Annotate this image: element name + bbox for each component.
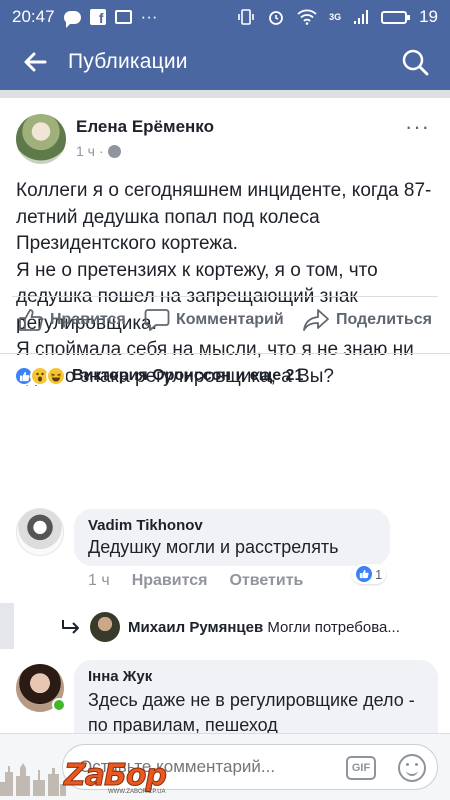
post-text: Коллеги я о сегодняшнем инциденте, когда… xyxy=(0,173,450,388)
thread-line xyxy=(0,603,14,649)
reactions-summary[interactable]: Виктория Оронссон и еще 21 xyxy=(14,366,303,386)
share-icon xyxy=(303,309,329,331)
like-button[interactable]: Нравится xyxy=(18,308,126,332)
comment-reply-button[interactable]: Ответить xyxy=(229,572,303,590)
facebook-icon: f xyxy=(89,9,106,25)
battery-icon xyxy=(381,10,411,24)
comment-time: 1 ч xyxy=(88,572,110,589)
reply-author: Михаил Румянцев xyxy=(128,619,264,636)
post-paragraph: Коллеги я о сегодняшнем инциденте, когда… xyxy=(16,180,432,254)
comment-button[interactable]: Комментарий xyxy=(144,308,284,332)
like-count-value: 1 xyxy=(375,566,383,582)
post: Елена Ерёменко 1 ч · ··· Коллеги я о сег… xyxy=(0,98,450,388)
commenter-name[interactable]: Vadim Tikhonov xyxy=(88,517,376,534)
status-bar: 20:47 f ··· 3G 19 xyxy=(0,0,450,34)
search-button[interactable] xyxy=(380,34,450,90)
message-icon xyxy=(63,10,81,28)
author-avatar[interactable] xyxy=(16,114,66,164)
gallery-icon xyxy=(114,10,132,24)
back-button[interactable] xyxy=(0,34,70,90)
alarm-icon xyxy=(269,11,283,25)
comment-meta: 1 ч Нравится Ответить xyxy=(88,572,303,590)
signal-icon xyxy=(354,10,369,24)
vibrate-icon xyxy=(238,9,254,25)
clock: 20:47 xyxy=(12,7,55,26)
comment-like-count[interactable]: 1 xyxy=(352,564,387,584)
page-title: Публикации xyxy=(68,50,188,73)
reactions-text: Виктория Оронссон и еще 21 xyxy=(72,367,304,384)
emoji-icon[interactable] xyxy=(398,754,426,782)
comment-input[interactable] xyxy=(62,744,438,790)
commenter-avatar[interactable] xyxy=(16,508,64,556)
battery-level: 19 xyxy=(419,7,438,26)
app-bar: Публикации xyxy=(0,34,450,90)
comment-icon xyxy=(144,309,170,331)
separator xyxy=(0,90,450,98)
reply-avatar[interactable] xyxy=(90,612,120,642)
search-icon xyxy=(402,49,429,76)
more-notifications-icon: ··· xyxy=(140,7,158,26)
comment-composer: GIF xyxy=(0,733,450,800)
post-actions: Нравится Комментарий Поделиться xyxy=(12,296,438,343)
reply-arrow-icon xyxy=(62,620,79,634)
comment-bubble[interactable]: Vadim Tikhonov Дедушку могли и расстреля… xyxy=(74,509,390,566)
divider xyxy=(0,353,450,354)
comment-text: Дедушку могли и расстрелять xyxy=(88,537,339,557)
comment-label: Комментарий xyxy=(175,311,284,328)
haha-reaction-icon xyxy=(46,366,66,386)
commenter-name[interactable]: Інна Жук xyxy=(88,668,424,685)
comment-text: Здесь даже не в регулировщике дело - по … xyxy=(88,690,415,735)
network-type: 3G xyxy=(329,12,342,22)
reply-text: Могли потребова... xyxy=(267,619,400,636)
globe-icon xyxy=(107,144,121,158)
online-status-dot xyxy=(52,698,66,712)
like-label: Нравится xyxy=(50,311,126,328)
post-meta: 1 ч · xyxy=(76,143,121,159)
author-name[interactable]: Елена Ерёменко xyxy=(76,117,214,137)
reply-preview[interactable]: Михаил Румянцев Могли потребова... xyxy=(128,619,400,636)
post-time[interactable]: 1 ч xyxy=(76,143,95,159)
back-arrow-icon xyxy=(24,52,47,72)
like-reaction-icon xyxy=(356,566,372,582)
post-menu-button[interactable]: ··· xyxy=(405,114,430,140)
wifi-icon xyxy=(297,9,317,25)
post-header: Елена Ерёменко 1 ч · ··· xyxy=(0,98,450,173)
gif-button[interactable]: GIF xyxy=(346,756,376,780)
thumbs-up-icon xyxy=(19,309,43,331)
share-label: Поделиться xyxy=(335,311,432,328)
comment-like-button[interactable]: Нравится xyxy=(132,572,208,590)
share-button[interactable]: Поделиться xyxy=(302,308,432,332)
